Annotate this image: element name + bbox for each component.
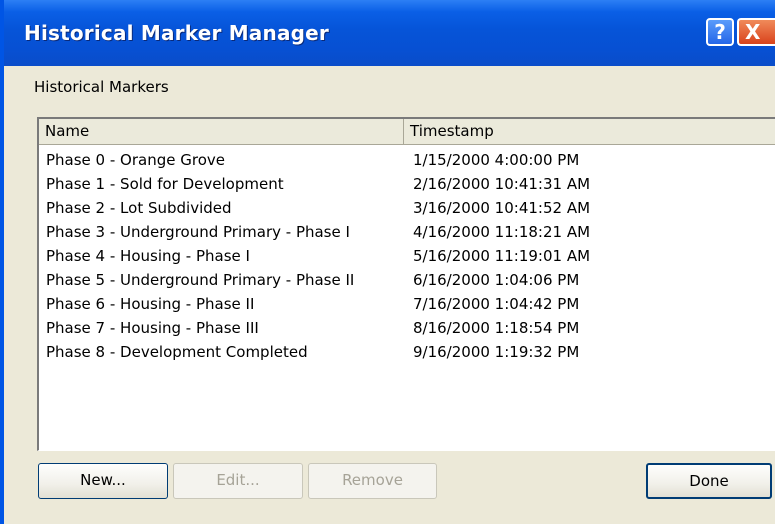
- list-item[interactable]: Phase 4 - Housing - Phase I 5/16/2000 11…: [39, 245, 775, 269]
- remove-button: Remove: [308, 463, 437, 499]
- marker-name: Phase 7 - Housing - Phase III: [46, 319, 259, 337]
- list-header: Name Timestamp: [39, 119, 775, 145]
- markers-list[interactable]: Name Timestamp Phase 0 - Orange Grove 1/…: [37, 117, 775, 451]
- marker-timestamp: 5/16/2000 11:19:01 AM: [413, 247, 591, 265]
- marker-name: Phase 1 - Sold for Development: [46, 175, 284, 193]
- done-button[interactable]: Done: [646, 463, 772, 499]
- edit-button: Edit...: [173, 463, 303, 499]
- marker-name: Phase 8 - Development Completed: [46, 343, 308, 361]
- marker-name: Phase 0 - Orange Grove: [46, 151, 225, 169]
- window-title: Historical Marker Manager: [24, 21, 329, 45]
- marker-name: Phase 2 - Lot Subdivided: [46, 199, 232, 217]
- column-header-name[interactable]: Name: [39, 119, 404, 145]
- marker-name: Phase 6 - Housing - Phase II: [46, 295, 255, 313]
- title-bar[interactable]: Historical Marker Manager ? X: [4, 0, 775, 66]
- list-item[interactable]: Phase 5 - Underground Primary - Phase II…: [39, 269, 775, 293]
- marker-timestamp: 8/16/2000 1:18:54 PM: [413, 319, 580, 337]
- marker-timestamp: 7/16/2000 1:04:42 PM: [413, 295, 580, 313]
- marker-name: Phase 4 - Housing - Phase I: [46, 247, 250, 265]
- column-header-timestamp[interactable]: Timestamp: [404, 119, 775, 145]
- new-button[interactable]: New...: [38, 463, 168, 499]
- list-item[interactable]: Phase 6 - Housing - Phase II 7/16/2000 1…: [39, 293, 775, 317]
- marker-timestamp: 2/16/2000 10:41:31 AM: [413, 175, 591, 193]
- list-item[interactable]: Phase 0 - Orange Grove 1/15/2000 4:00:00…: [39, 149, 775, 173]
- marker-timestamp: 1/15/2000 4:00:00 PM: [413, 151, 580, 169]
- list-item[interactable]: Phase 8 - Development Completed 9/16/200…: [39, 341, 775, 365]
- list-item[interactable]: Phase 3 - Underground Primary - Phase I …: [39, 221, 775, 245]
- list-item[interactable]: Phase 7 - Housing - Phase III 8/16/2000 …: [39, 317, 775, 341]
- list-item[interactable]: Phase 2 - Lot Subdivided 3/16/2000 10:41…: [39, 197, 775, 221]
- marker-timestamp: 6/16/2000 1:04:06 PM: [413, 271, 580, 289]
- list-item[interactable]: Phase 1 - Sold for Development 2/16/2000…: [39, 173, 775, 197]
- help-icon[interactable]: ?: [706, 18, 734, 46]
- marker-timestamp: 4/16/2000 11:18:21 AM: [413, 223, 591, 241]
- marker-name: Phase 5 - Underground Primary - Phase II: [46, 271, 355, 289]
- dialog-window: Historical Marker Manager ? X Historical…: [0, 0, 775, 524]
- marker-timestamp: 3/16/2000 10:41:52 AM: [413, 199, 591, 217]
- marker-name: Phase 3 - Underground Primary - Phase I: [46, 223, 350, 241]
- marker-timestamp: 9/16/2000 1:19:32 PM: [413, 343, 580, 361]
- close-icon[interactable]: X: [737, 18, 775, 46]
- section-label: Historical Markers: [34, 78, 169, 96]
